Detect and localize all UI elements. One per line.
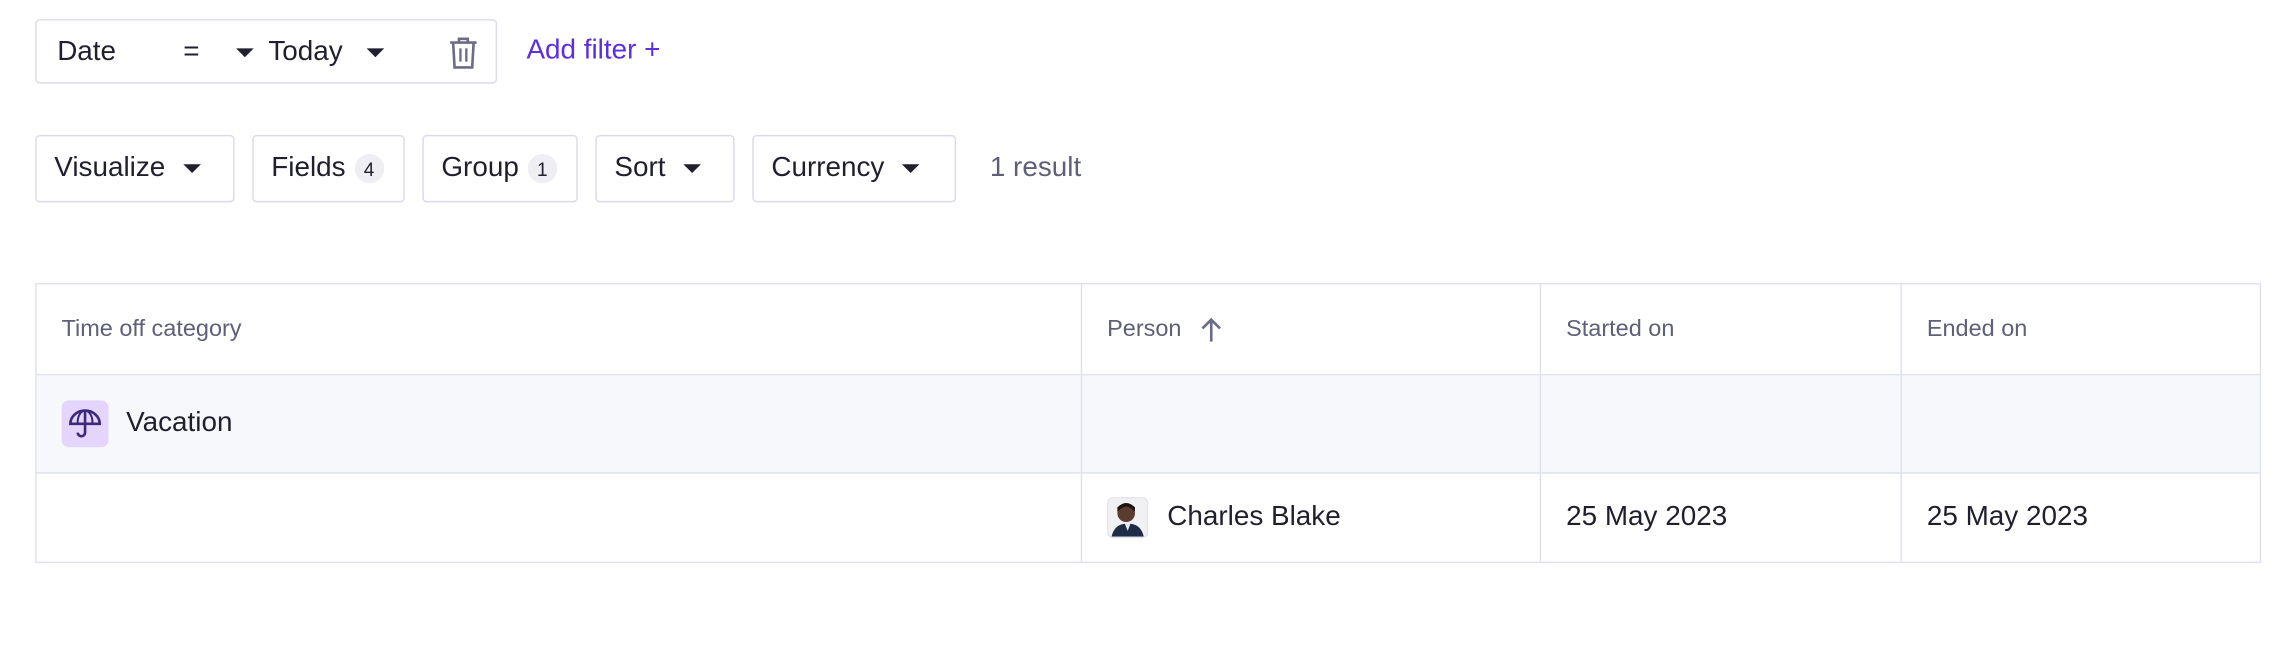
report-view: Date = Today Add filter + Visualize Fiel… — [0, 0, 2292, 660]
ended-cell: 25 May 2023 — [1900, 473, 2262, 562]
empty-cell — [37, 474, 1081, 562]
chevron-down-icon — [236, 48, 254, 58]
group-label: Group — [441, 152, 519, 184]
trash-icon[interactable] — [447, 35, 479, 70]
table-header: Time off category Person Started on Ende… — [36, 284, 2262, 376]
chevron-down-icon — [901, 164, 920, 174]
group-row[interactable]: Vacation — [36, 375, 2262, 474]
sort-ascending-icon[interactable] — [1199, 316, 1222, 342]
empty-cell — [1900, 375, 2262, 473]
sort-label: Sort — [614, 152, 666, 184]
group-cell: Vacation — [37, 375, 1081, 472]
column-header-started[interactable]: Started on — [1539, 284, 1901, 374]
table-row[interactable]: Charles Blake 25 May 2023 25 May 2023 — [37, 473, 2262, 562]
filter-value-label: Today — [268, 36, 343, 68]
column-label: Person — [1107, 316, 1182, 341]
column-header-ended[interactable]: Ended on — [1900, 284, 2262, 374]
empty-cell — [1539, 375, 1901, 473]
add-filter-button[interactable]: Add filter + — [526, 19, 660, 84]
started-date: 25 May 2023 — [1566, 501, 1728, 533]
chevron-down-icon — [366, 48, 384, 58]
ended-date: 25 May 2023 — [1926, 501, 2088, 533]
column-label: Time off category — [61, 316, 242, 341]
group-label: Vacation — [126, 407, 233, 439]
group-count-badge: 1 — [527, 153, 557, 184]
chevron-down-icon — [683, 164, 701, 174]
filter-value-select[interactable]: Today — [268, 21, 384, 86]
column-header-person[interactable]: Person — [1080, 284, 1540, 374]
avatar[interactable] — [1107, 497, 1149, 539]
results-table: Time off category Person Started on Ende… — [35, 283, 2262, 564]
currency-label: Currency — [771, 152, 885, 184]
currency-button[interactable]: Currency — [752, 134, 957, 203]
filter-field-label: Date — [57, 36, 117, 68]
filter-operator-label: = — [183, 36, 200, 68]
chevron-down-icon — [182, 164, 201, 174]
started-cell: 25 May 2023 — [1539, 473, 1901, 562]
filter-operator-select[interactable]: = — [183, 21, 254, 86]
visualize-button[interactable]: Visualize — [35, 134, 235, 203]
fields-button[interactable]: Fields 4 — [252, 134, 405, 203]
fields-count-badge: 4 — [354, 153, 384, 184]
empty-cell — [1080, 375, 1540, 473]
visualize-label: Visualize — [54, 152, 166, 184]
column-header-category[interactable]: Time off category — [37, 284, 1081, 373]
filter-field-select[interactable]: Date — [57, 21, 116, 86]
result-count: 1 result — [989, 152, 1082, 184]
sort-button[interactable]: Sort — [595, 134, 735, 203]
umbrella-icon — [61, 400, 109, 448]
fields-label: Fields — [271, 152, 346, 184]
column-label: Ended on — [1926, 316, 2028, 341]
column-label: Started on — [1566, 316, 1675, 341]
filter-row: Date = Today — [35, 19, 498, 86]
group-button[interactable]: Group 1 — [422, 134, 578, 203]
person-name: Charles Blake — [1167, 501, 1341, 533]
person-cell: Charles Blake — [1080, 473, 1540, 562]
